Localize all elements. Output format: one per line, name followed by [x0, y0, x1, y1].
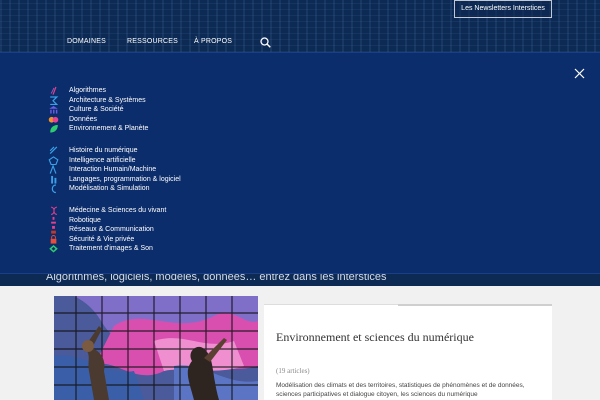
- leaf-icon: [50, 124, 58, 133]
- category-item-interaction[interactable]: Interaction Humain/Machine: [48, 165, 248, 175]
- category-item-medecine[interactable]: Médecine & Sciences du vivant: [48, 206, 248, 216]
- category-item-donnees[interactable]: Données: [48, 115, 248, 125]
- history-icon: [49, 146, 58, 155]
- domains-menu-panel: Algorithmes Architecture & Systèmes Cult…: [0, 52, 600, 274]
- featured-card[interactable]: Environnement et sciences du numérique (…: [264, 304, 552, 400]
- interaction-icon: [49, 165, 57, 174]
- category-item-robotique[interactable]: Robotique: [48, 216, 248, 226]
- card-top-rule: [398, 304, 552, 306]
- category-item-traitement[interactable]: Traitement d'images & Son: [48, 244, 248, 254]
- category-item-modelisation[interactable]: Modélisation & Simulation: [48, 184, 248, 194]
- category-item-langages[interactable]: Langages, programmation & logiciel: [48, 175, 248, 185]
- category-item-architecture[interactable]: Architecture & Systèmes: [48, 95, 248, 106]
- medicine-icon: [50, 206, 58, 216]
- robot-icon: [51, 216, 56, 224]
- category-item-ia[interactable]: Intelligence artificielle: [48, 155, 248, 166]
- category-item-environnement[interactable]: Environnement & Planète: [48, 124, 248, 134]
- simulation-icon: [51, 184, 57, 194]
- site-tagline: Algorithmes, logiciels, modèles, données…: [46, 274, 387, 283]
- nav-domaines[interactable]: DOMAINES: [67, 38, 106, 45]
- tagline-bar: Algorithmes, logiciels, modèles, données…: [0, 274, 600, 286]
- nav-a-propos[interactable]: À PROPOS: [194, 38, 232, 45]
- network-icon: [51, 225, 56, 234]
- featured-article-count: (19 articles): [276, 367, 310, 375]
- image-sound-icon: [49, 244, 58, 253]
- algorithm-icon: [50, 86, 57, 95]
- close-icon[interactable]: [574, 68, 585, 79]
- code-icon: [51, 175, 57, 184]
- category-group-1: Algorithmes Architecture & Systèmes Cult…: [48, 86, 248, 134]
- search-icon[interactable]: [260, 37, 271, 48]
- featured-section: Environnement et sciences du numérique (…: [0, 286, 600, 400]
- category-group-2: Histoire du numérique Intelligence artif…: [48, 146, 248, 194]
- architecture-icon: [50, 95, 59, 105]
- ai-icon: [48, 155, 59, 165]
- category-item-reseaux[interactable]: Réseaux & Communication: [48, 225, 248, 235]
- featured-image[interactable]: [54, 296, 258, 400]
- data-wall-photo: [54, 296, 258, 400]
- category-item-histoire[interactable]: Histoire du numérique: [48, 146, 248, 156]
- newsletter-button[interactable]: Les Newsletters Interstices: [454, 0, 552, 18]
- data-icon: [48, 116, 59, 123]
- nav-ressources[interactable]: RESSOURCES: [127, 38, 178, 45]
- category-item-securite[interactable]: Sécurité & Vie privée: [48, 234, 248, 245]
- culture-icon: [49, 105, 58, 114]
- featured-title[interactable]: Environnement et sciences du numérique: [276, 330, 536, 344]
- featured-description: Modélisation des climats et des territoi…: [276, 382, 525, 398]
- site-header: Les Newsletters Interstices DOMAINES RES…: [0, 0, 600, 52]
- category-item-algorithmes[interactable]: Algorithmes: [48, 86, 248, 96]
- category-item-culture[interactable]: Culture & Société: [48, 105, 248, 115]
- lock-icon: [50, 234, 57, 244]
- category-group-3: Médecine & Sciences du vivant Robotique …: [48, 206, 248, 254]
